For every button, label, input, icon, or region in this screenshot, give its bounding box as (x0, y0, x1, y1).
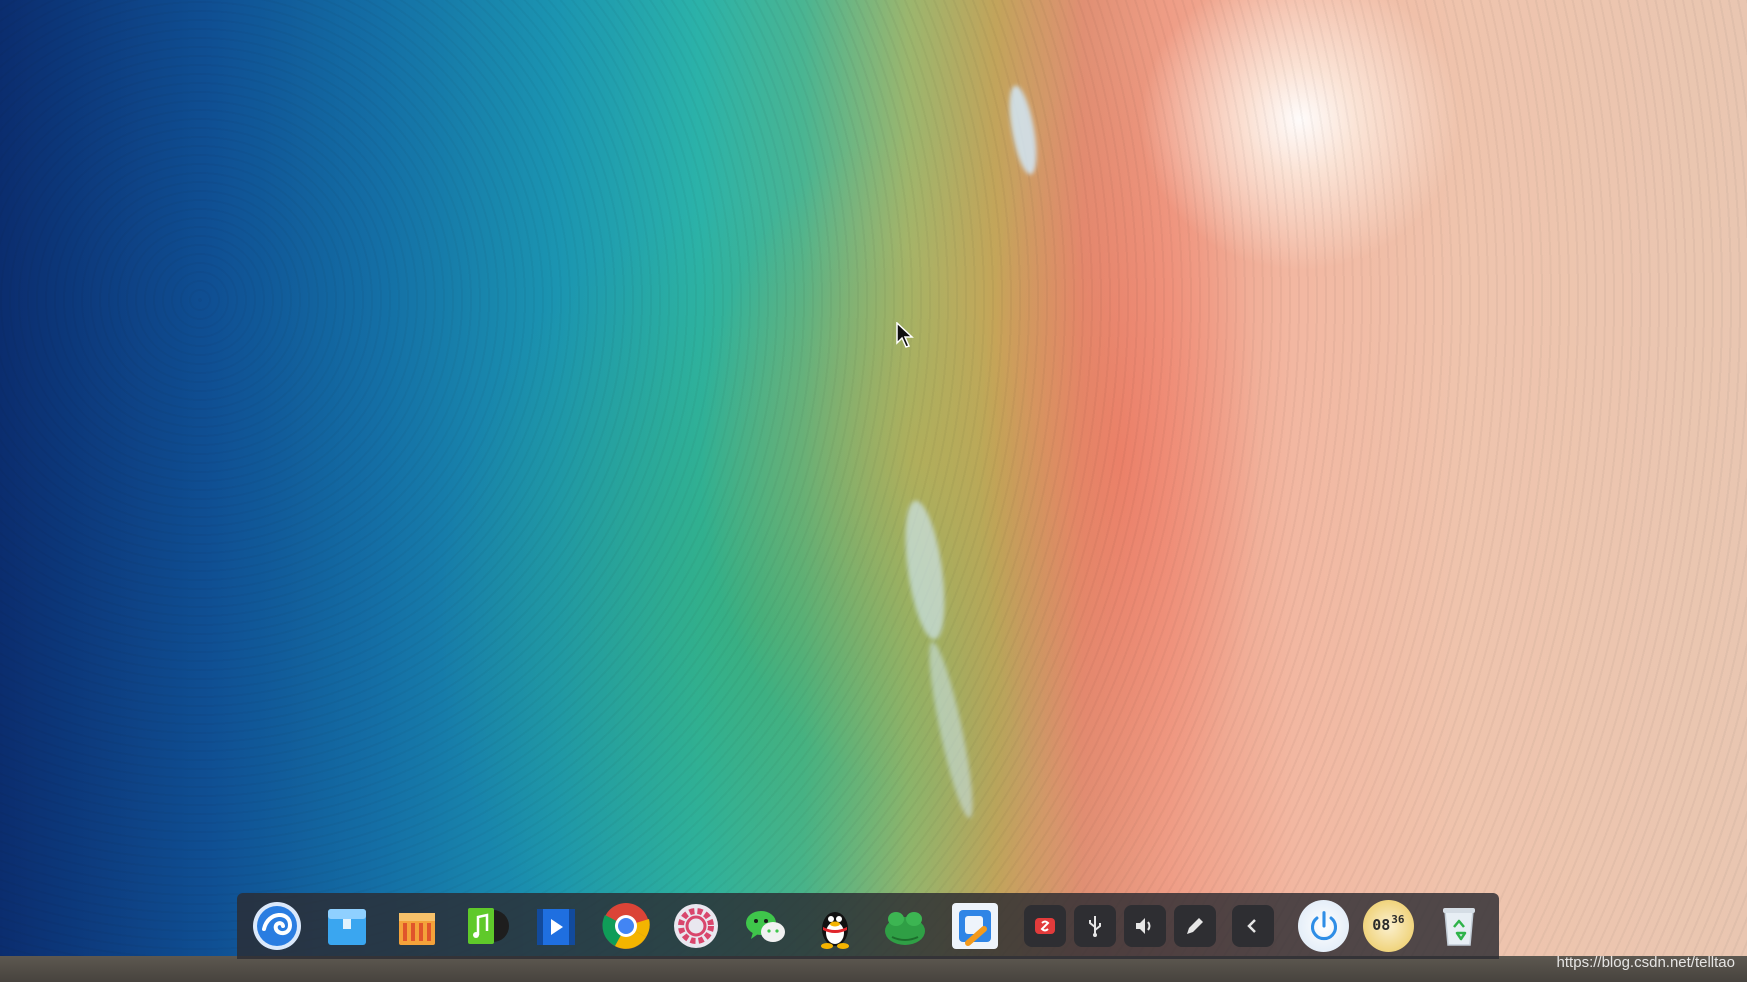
window-app-icon[interactable] (945, 896, 1006, 956)
chrome-icon[interactable] (596, 896, 657, 956)
trash-icon[interactable] (1428, 896, 1489, 956)
clock-minute: 36 (1391, 913, 1405, 926)
qq-penguin-icon[interactable] (805, 896, 866, 956)
settings-icon[interactable] (666, 896, 727, 956)
input-method-icon[interactable] (1024, 905, 1067, 947)
green-app-icon[interactable] (875, 896, 936, 956)
wave-foam (898, 498, 952, 642)
usb-icon[interactable] (1074, 905, 1117, 947)
launcher-icon[interactable] (247, 896, 308, 956)
clock-hour: 08 (1372, 916, 1391, 934)
wave-foam (1004, 83, 1042, 177)
app-store-icon[interactable] (387, 896, 448, 956)
power-icon[interactable] (1298, 900, 1350, 952)
watermark: https://blog.csdn.net/telltao (1556, 954, 1735, 971)
screen-bezel (0, 956, 1747, 982)
system-tray (1024, 905, 1282, 947)
file-manager-icon[interactable] (317, 896, 378, 956)
volume-icon[interactable] (1124, 905, 1167, 947)
chevron-left-icon[interactable] (1232, 905, 1275, 947)
mouse-cursor-icon (896, 322, 914, 348)
desktop: 08 36 https://blog.csdn.net/telltao (0, 0, 1747, 982)
music-icon[interactable] (456, 896, 517, 956)
wave-foam (921, 639, 981, 821)
dock: 08 36 (237, 893, 1499, 959)
wechat-icon[interactable] (735, 896, 796, 956)
video-player-icon[interactable] (526, 896, 587, 956)
pen-icon[interactable] (1174, 905, 1217, 947)
clock-icon[interactable]: 08 36 (1363, 900, 1415, 952)
